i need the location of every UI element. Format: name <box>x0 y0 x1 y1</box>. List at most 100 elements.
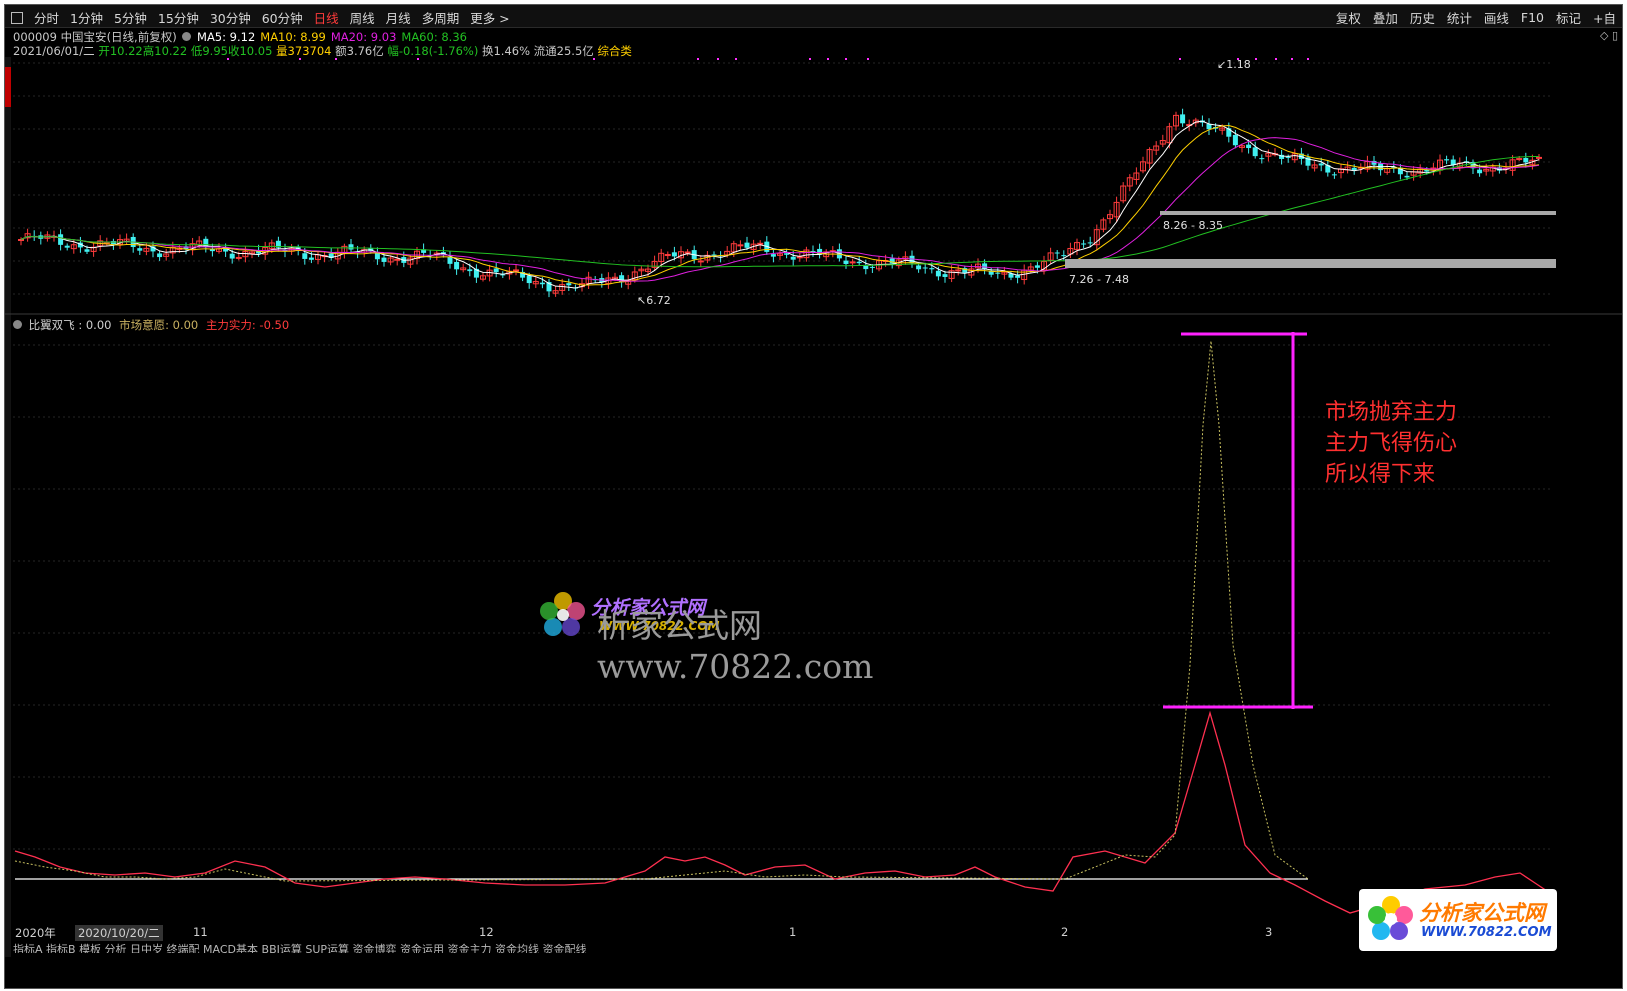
candle-body <box>229 253 235 259</box>
candle-body <box>157 253 163 258</box>
candle-body <box>566 283 572 286</box>
signal-dot <box>1291 58 1293 60</box>
candle-body <box>513 269 519 272</box>
candle-body <box>856 261 862 264</box>
candle-body <box>18 239 24 241</box>
price-zone-bar <box>1065 259 1556 268</box>
indicator-tabs-text[interactable]: 指标A 指标B 模板 分析 日中岁 终端配 MACD基本 BBI运算 SUP运算… <box>5 943 587 953</box>
high-price-value: 1.18 <box>1226 58 1251 71</box>
signal-dot <box>809 58 811 60</box>
candle-body <box>843 260 849 264</box>
candle-body <box>664 254 671 257</box>
candle-body <box>235 256 242 259</box>
signal-dot <box>827 58 829 60</box>
signal-dot <box>717 58 719 60</box>
candle-body <box>1351 167 1357 171</box>
candle-body <box>454 261 460 270</box>
signal-dot <box>417 58 419 60</box>
corner-brand-url: WWW.70822.COM <box>1421 925 1552 940</box>
candle-body <box>1246 144 1252 149</box>
signal-dot <box>867 58 869 60</box>
candle-body <box>1087 242 1093 244</box>
high-price-label: ↙1.18 <box>1217 58 1251 71</box>
annotation-bracket <box>1163 332 1313 709</box>
candle-body <box>697 260 704 263</box>
grid-lines <box>13 62 1550 850</box>
cursor-date: 2020/10/20/二 <box>75 925 163 941</box>
candle-body <box>1523 158 1529 163</box>
candle-body <box>1252 147 1258 157</box>
candle-body <box>790 256 796 260</box>
candle-body <box>1054 252 1060 254</box>
corner-brand-name: 分析家公式网 <box>1419 901 1545 925</box>
candle-body <box>493 268 499 273</box>
candle-body <box>1259 158 1265 160</box>
x-axis-label: 2 <box>1061 925 1069 939</box>
candle-body <box>1034 265 1040 268</box>
candle-body <box>757 242 764 245</box>
candle-body <box>302 253 308 259</box>
signal-dots <box>227 58 1309 60</box>
candle-body <box>1444 159 1450 161</box>
signal-dot <box>299 58 301 60</box>
flower-logo-icon <box>540 592 585 636</box>
candle-body <box>1404 175 1410 178</box>
signal-dot <box>1179 58 1181 60</box>
candle-body <box>889 258 895 264</box>
candle-body <box>916 265 922 270</box>
zone2-label: 7.26 - 7.48 <box>1069 273 1129 286</box>
candle-body <box>84 249 90 252</box>
candle-body <box>1081 243 1087 245</box>
signal-dot <box>1275 58 1277 60</box>
corner-brand: 分析家公式网 WWW.70822.COM <box>1359 889 1557 951</box>
candle-body <box>796 256 803 259</box>
candle-body <box>995 272 1001 274</box>
candle-body <box>1206 123 1212 130</box>
candle-body <box>308 257 314 260</box>
x-axis-label: 12 <box>479 925 494 939</box>
candle-body <box>849 261 856 264</box>
candle-body <box>982 263 988 269</box>
candle-body <box>1477 169 1483 174</box>
watermark-big-text: 析家公式网www.70822.com <box>597 606 874 686</box>
chart-canvas[interactable] <box>5 5 1622 988</box>
zone1-label: 8.26 - 8.35 <box>1163 219 1223 232</box>
candle-body <box>1015 275 1021 278</box>
candle-body <box>348 244 354 250</box>
x-axis-label: 11 <box>193 925 208 939</box>
signal-dot <box>1307 58 1309 60</box>
candle-body <box>137 248 143 251</box>
candle-body <box>744 242 750 248</box>
signal-dot <box>1255 58 1257 60</box>
candle-body <box>381 257 387 262</box>
price-zones <box>1065 211 1556 268</box>
candle-body <box>1180 114 1186 124</box>
candle-body <box>737 244 744 247</box>
candle-body <box>58 234 64 245</box>
candle-body <box>1285 156 1291 158</box>
candle-body <box>539 282 545 285</box>
candle-body <box>1232 134 1238 146</box>
candle-body <box>929 268 935 270</box>
candle-body <box>935 270 941 277</box>
annotation-text: 市场抛弃主力 主力飞得伤心 所以得下来 <box>1325 397 1457 490</box>
low-price-label: ↖6.72 <box>637 294 671 307</box>
candle-body <box>526 275 532 284</box>
candle-body <box>1061 255 1067 257</box>
x-axis-label: 3 <box>1265 925 1273 939</box>
candle-body <box>942 274 948 277</box>
candle-body <box>671 252 677 257</box>
candle-body <box>394 258 401 261</box>
candle-body <box>467 269 473 272</box>
watermark: 分析家公式网 WWW.70822.COM 析家公式网www.70822.com <box>539 583 1019 686</box>
candle-body <box>770 254 776 257</box>
candle-body <box>110 241 116 245</box>
signal-dot <box>735 58 737 60</box>
signal-dot <box>593 58 595 60</box>
candle-body <box>1536 156 1542 159</box>
candle-body <box>1331 174 1337 176</box>
candle-body <box>684 251 691 254</box>
price-zone-bar <box>1160 211 1556 215</box>
candle-body <box>922 267 928 269</box>
x-axis-label: 1 <box>789 925 797 939</box>
